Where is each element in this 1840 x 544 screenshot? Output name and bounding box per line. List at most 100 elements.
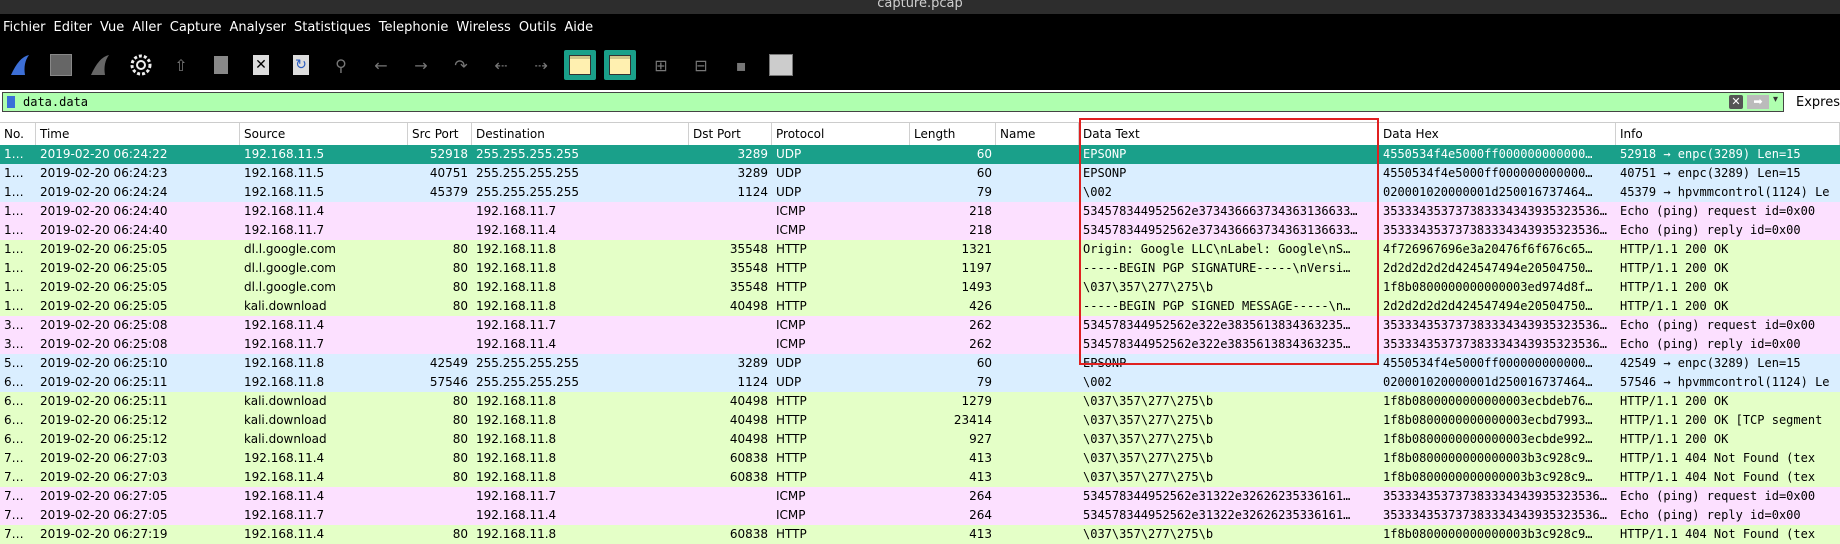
column-header-length[interactable]: Length [910, 123, 996, 145]
menu-aller[interactable]: Aller [129, 20, 161, 35]
packet-row[interactable]: 1… 2019-02-20 06:24:23 192.168.11.5 40751 25… [0, 164, 1840, 183]
cell-hex: 4f726967696e3a20476f6f676c65… [1383, 242, 1593, 256]
cell-proto: HTTP [776, 413, 807, 427]
packet-row[interactable]: 6… 2019-02-20 06:25:11 kali.download 80 192.… [0, 392, 1840, 411]
packet-row[interactable]: 7… 2019-02-20 06:27:05 192.168.11.4 192.168… [0, 487, 1840, 506]
packet-row[interactable]: 7… 2019-02-20 06:27:03 192.168.11.4 80 192.1… [0, 449, 1840, 468]
cell-no: 6… [4, 432, 24, 446]
reload-icon[interactable]: ↻ [288, 52, 314, 78]
filter-text[interactable]: data.data [23, 95, 88, 109]
packet-row[interactable]: 6… 2019-02-20 06:25:12 kali.download 80 192.… [0, 430, 1840, 449]
cell-info: 42549 → enpc(3289) Len=15 [1620, 356, 1801, 370]
packet-row[interactable]: 3… 2019-02-20 06:25:08 192.168.11.4 192.168… [0, 316, 1840, 335]
save-file-icon[interactable] [208, 52, 234, 78]
cell-info: 45379 → hpvmmcontrol(1124) Le [1620, 185, 1830, 199]
close-file-icon[interactable]: ✕ [248, 52, 274, 78]
menu-outils[interactable]: Outils [516, 20, 557, 35]
cell-proto: ICMP [776, 204, 806, 218]
packet-row[interactable]: 6… 2019-02-20 06:25:11 192.168.11.8 57546 25… [0, 373, 1840, 392]
cell-dst: 255.255.255.255 [476, 166, 580, 180]
column-header-name[interactable]: Name [996, 123, 1079, 145]
cell-len: 262 [969, 318, 992, 332]
zoom-in-icon[interactable]: ⊞ [648, 52, 674, 78]
column-header-destination[interactable]: Destination [472, 123, 689, 145]
colorize-icon[interactable] [604, 50, 636, 80]
expression-button[interactable]: Express [1796, 95, 1840, 110]
chevron-down-icon[interactable]: ▾ [1773, 94, 1778, 105]
menu-wireless[interactable]: Wireless [453, 20, 510, 35]
cell-no: 1… [4, 280, 24, 294]
packet-row[interactable]: 1… 2019-02-20 06:25:05 dl.l.google.com 80 19… [0, 240, 1840, 259]
bookmark-icon[interactable] [7, 96, 15, 108]
display-filter-input[interactable]: data.data ✕ ➡ ▾ [2, 92, 1784, 112]
menu-bar: Fichier Editer Vue Aller Capture Analyser Stat… [0, 14, 1840, 40]
menu-capture[interactable]: Capture [167, 20, 222, 35]
apply-filter-icon[interactable]: ➡ [1747, 95, 1769, 109]
menu-vue[interactable]: Vue [97, 20, 124, 35]
cell-sport: 57546 [429, 375, 468, 389]
first-icon[interactable]: ⇠ [488, 52, 514, 78]
cell-name [996, 316, 1079, 335]
packet-row[interactable]: 5… 2019-02-20 06:25:10 192.168.11.8 42549 25… [0, 354, 1840, 373]
column-header-protocol[interactable]: Protocol [772, 123, 910, 145]
menu-editer[interactable]: Editer [51, 20, 93, 35]
packet-row[interactable]: 1… 2019-02-20 06:25:05 kali.download 80 192.… [0, 297, 1840, 316]
column-header-data-text[interactable]: Data Text [1079, 123, 1379, 145]
forward-icon[interactable]: → [408, 52, 434, 78]
normal-size-icon[interactable]: ▪ [728, 52, 754, 78]
column-header-info[interactable]: Info [1616, 123, 1840, 145]
packet-row[interactable]: 7… 2019-02-20 06:27:19 192.168.11.4 80 192.1… [0, 525, 1840, 544]
restart-icon[interactable] [88, 52, 114, 78]
back-icon[interactable]: ← [368, 52, 394, 78]
shark-fin-icon[interactable] [8, 52, 34, 78]
cell-dst: 192.168.11.8 [476, 470, 557, 484]
last-icon[interactable]: ⇢ [528, 52, 554, 78]
cell-proto: UDP [776, 147, 802, 161]
cell-dport [689, 202, 772, 221]
packet-row[interactable]: 1… 2019-02-20 06:24:24 192.168.11.5 45379 25… [0, 183, 1840, 202]
autoscroll-icon[interactable] [564, 50, 596, 80]
packet-row[interactable]: 6… 2019-02-20 06:25:12 kali.download 80 192.… [0, 411, 1840, 430]
cell-len: 1321 [961, 242, 992, 256]
column-header-no[interactable]: No. [0, 123, 36, 145]
packet-row[interactable]: 1… 2019-02-20 06:24:22 192.168.11.5 52918 25… [0, 145, 1840, 164]
clear-filter-icon[interactable]: ✕ [1729, 95, 1743, 109]
menu-telephonie[interactable]: Telephonie [376, 20, 449, 35]
packet-row[interactable]: 7… 2019-02-20 06:27:05 192.168.11.7 192.168… [0, 506, 1840, 525]
packet-row[interactable]: 1… 2019-02-20 06:25:05 dl.l.google.com 80 19… [0, 259, 1840, 278]
cell-time: 2019-02-20 06:25:12 [40, 432, 168, 446]
resize-columns-icon[interactable] [768, 52, 794, 78]
column-header-time[interactable]: Time [36, 123, 240, 145]
cell-text: \002 [1083, 185, 1112, 199]
cell-name [996, 411, 1079, 430]
menu-analyser[interactable]: Analyser [226, 20, 286, 35]
cell-dport: 60838 [729, 470, 768, 484]
cell-len: 60 [976, 356, 992, 370]
cell-dst: 192.168.11.8 [476, 432, 557, 446]
cell-sport [408, 221, 472, 240]
options-gear-icon[interactable] [128, 52, 154, 78]
column-header-src-port[interactable]: Src Port [408, 123, 472, 145]
cell-hex: 1f8b0800000000000003ed974d8f… [1383, 280, 1593, 294]
menu-aide[interactable]: Aide [561, 20, 593, 35]
cell-dport: 40498 [729, 432, 768, 446]
menu-statistiques[interactable]: Statistiques [291, 20, 371, 35]
cell-hex: 4550534f4e5000ff000000000000… [1383, 166, 1593, 180]
packet-row[interactable]: 1… 2019-02-20 06:24:40 192.168.11.4 192.168… [0, 202, 1840, 221]
open-file-icon[interactable]: ⇧ [168, 52, 194, 78]
packet-row[interactable]: 1… 2019-02-20 06:25:05 dl.l.google.com 80 19… [0, 278, 1840, 297]
cell-proto: UDP [776, 375, 802, 389]
find-icon[interactable]: ⚲ [328, 52, 354, 78]
menu-fichier[interactable]: Fichier [0, 20, 46, 35]
goto-icon[interactable]: ↷ [448, 52, 474, 78]
cell-proto: HTTP [776, 299, 807, 313]
column-header-source[interactable]: Source [240, 123, 408, 145]
packet-row[interactable]: 1… 2019-02-20 06:24:40 192.168.11.7 192.168… [0, 221, 1840, 240]
packet-row[interactable]: 3… 2019-02-20 06:25:08 192.168.11.7 192.168… [0, 335, 1840, 354]
column-header-dst-port[interactable]: Dst Port [689, 123, 772, 145]
zoom-out-icon[interactable]: ⊟ [688, 52, 714, 78]
packet-row[interactable]: 7… 2019-02-20 06:27:03 192.168.11.4 80 192.1… [0, 468, 1840, 487]
cell-proto: HTTP [776, 394, 807, 408]
stop-icon[interactable] [48, 52, 74, 78]
column-header-data-hex[interactable]: Data Hex [1379, 123, 1616, 145]
